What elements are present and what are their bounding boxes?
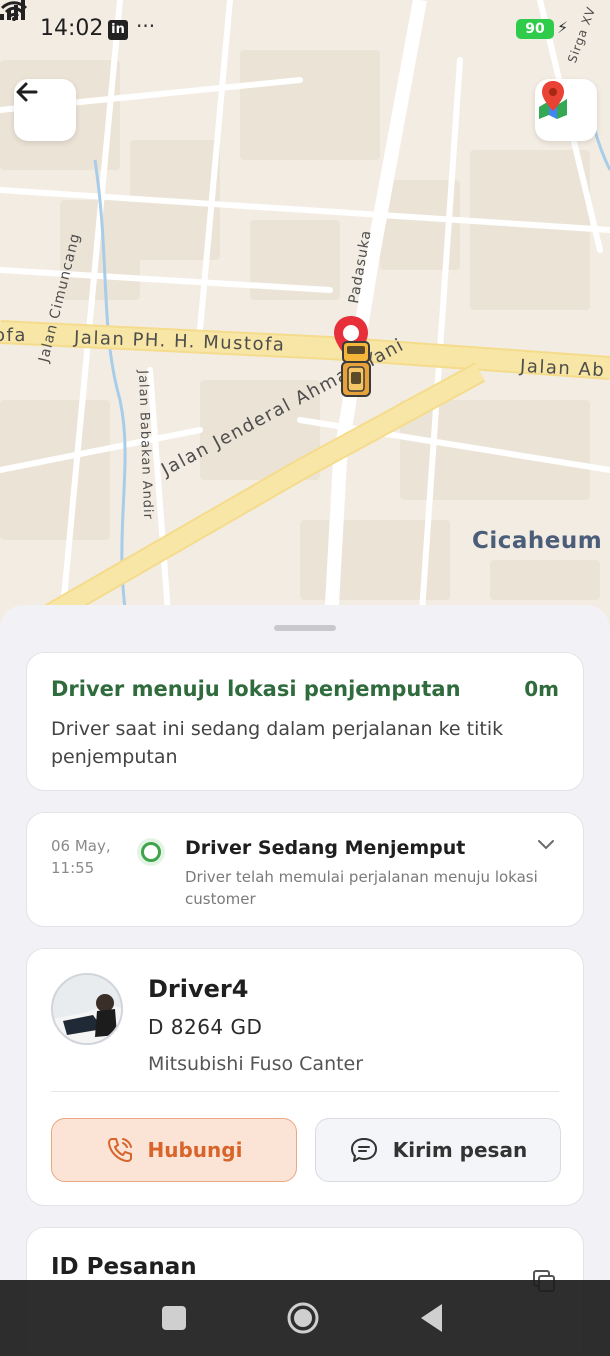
home-button-icon[interactable] xyxy=(285,1298,321,1338)
google-maps-icon xyxy=(539,81,567,119)
trip-status-title: Driver menuju lokasi penjemputan xyxy=(51,677,461,701)
timeline-status-dot-icon xyxy=(141,842,161,862)
timeline-date: 06 May, xyxy=(51,837,111,855)
bottom-sheet[interactable]: Driver menuju lokasi penjemputan 0m Driv… xyxy=(0,605,610,1356)
driver-card: Driver4 D 8264 GD Mitsubishi Fuso Canter… xyxy=(26,948,584,1206)
driver-avatar xyxy=(51,973,123,1045)
call-driver-label: Hubungi xyxy=(147,1138,243,1162)
phone-icon xyxy=(107,1138,132,1162)
divider xyxy=(51,1091,559,1092)
timeline-description: Driver telah memulai perjalanan menuju l… xyxy=(185,868,538,908)
battery-icon: 90 xyxy=(516,19,554,39)
send-message-button[interactable]: Kirim pesan xyxy=(315,1118,561,1182)
open-maps-button[interactable] xyxy=(535,79,597,141)
map-label-cicaheum: Cicaheum xyxy=(472,528,603,554)
wifi-icon xyxy=(0,1,28,21)
trip-status-card: Driver menuju lokasi penjemputan 0m Driv… xyxy=(26,652,584,791)
map-label-jalan-ab: Jalan Ab xyxy=(519,355,606,382)
trip-eta: 0m xyxy=(524,677,559,701)
trip-status-description: Driver saat ini sedang dalam perjalanan … xyxy=(51,718,504,768)
status-bar: 14:02 in ··· 90 ⚡ xyxy=(0,0,610,60)
back-nav-icon[interactable] xyxy=(418,1298,446,1338)
chat-icon xyxy=(350,1138,377,1162)
sheet-drag-handle[interactable] xyxy=(274,625,336,631)
recents-button-icon[interactable] xyxy=(161,1298,187,1338)
more-notifications-icon: ··· xyxy=(136,14,156,38)
call-driver-button[interactable]: Hubungi xyxy=(51,1118,297,1182)
driver-plate: D 8264 GD xyxy=(148,1015,263,1039)
send-message-label: Kirim pesan xyxy=(392,1138,528,1162)
status-time: 14:02 xyxy=(40,16,104,41)
back-button[interactable] xyxy=(14,79,76,141)
timeline-title: Driver Sedang Menjemput xyxy=(185,837,466,859)
driver-vehicle: Mitsubishi Fuso Canter xyxy=(148,1053,364,1075)
order-id-title: ID Pesanan xyxy=(51,1254,197,1280)
map-view[interactable]: ofa Jalan PH. H. Mustofa Jalan Ab Jalan … xyxy=(0,0,610,640)
charging-icon: ⚡ xyxy=(557,18,569,37)
chevron-down-icon[interactable] xyxy=(537,839,555,851)
arrow-left-icon xyxy=(16,82,38,102)
timeline-card[interactable]: 06 May, 11:55 Driver Sedang Menjemput Dr… xyxy=(26,812,584,927)
system-navigation-bar xyxy=(0,1280,610,1356)
driver-name: Driver4 xyxy=(148,975,249,1003)
linkedin-icon: in xyxy=(108,20,128,40)
timeline-datetime: 06 May, 11:55 xyxy=(51,835,131,879)
timeline-time: 11:55 xyxy=(51,859,95,877)
map-label-mustofa-left: ofa xyxy=(0,325,27,346)
